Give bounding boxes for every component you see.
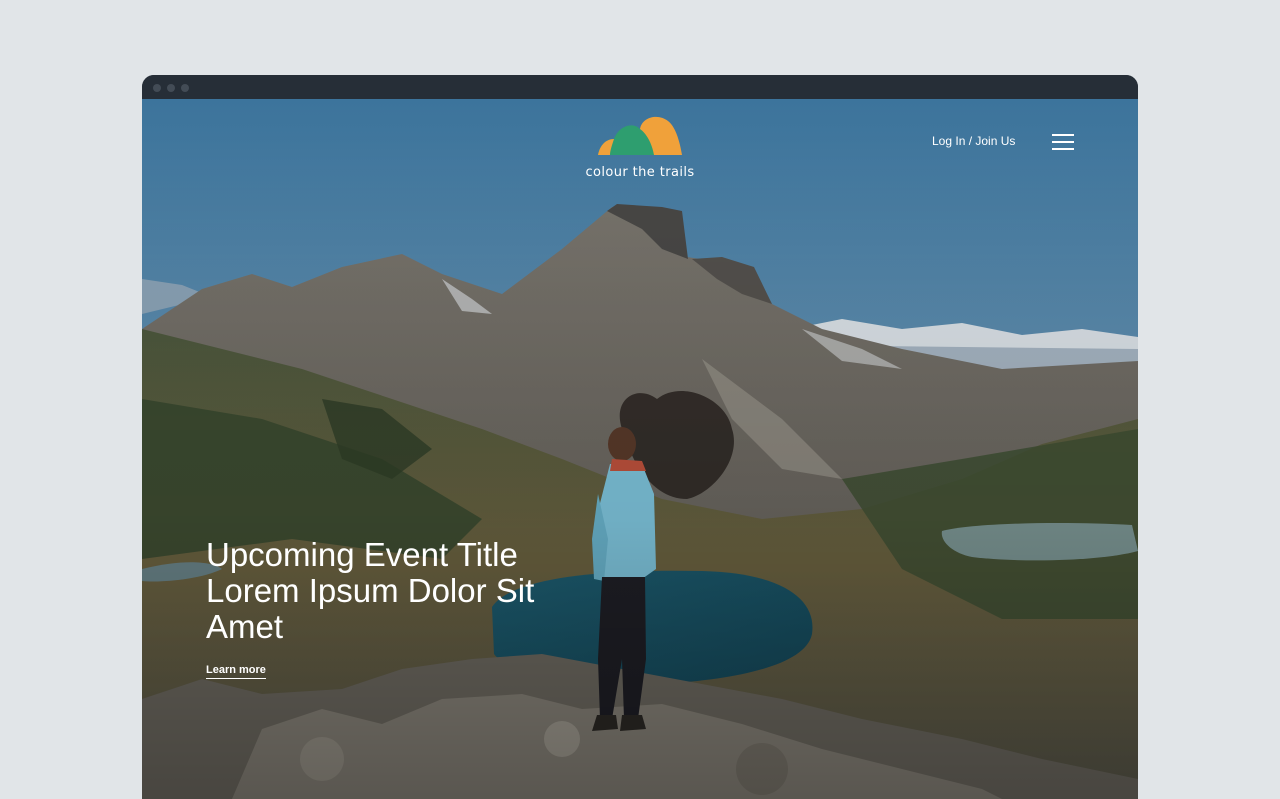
event-title: Upcoming Event Title Lorem Ipsum Dolor S… [206,536,535,645]
hero-background-photo [142,99,1138,799]
browser-window: colour the trails Log In / Join Us Upcom… [142,75,1138,799]
window-close-dot[interactable] [153,84,161,92]
hamburger-menu-icon[interactable] [1052,134,1074,150]
hamburger-line [1052,148,1074,150]
hamburger-line [1052,134,1074,136]
window-titlebar [142,75,1138,99]
brand-wordmark: colour the trails [585,165,695,180]
learn-more-link[interactable]: Learn more [206,664,266,679]
login-join-link[interactable]: Log In / Join Us [932,134,1015,148]
logo-mountains-icon [598,116,682,155]
hero-section: colour the trails Log In / Join Us Upcom… [142,99,1138,799]
window-minimize-dot[interactable] [167,84,175,92]
window-maximize-dot[interactable] [181,84,189,92]
hamburger-line [1052,141,1074,143]
brand-logo[interactable]: colour the trails [580,115,700,181]
